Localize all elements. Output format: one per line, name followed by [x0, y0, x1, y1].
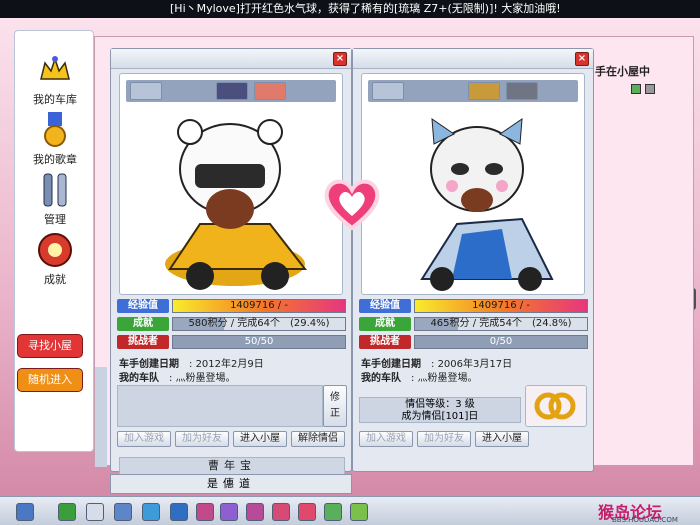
chat-icon[interactable]	[324, 503, 342, 521]
challenger-row: 挑战者 50/50	[117, 335, 346, 349]
house-badge-icon	[254, 82, 286, 100]
book-icon[interactable]	[272, 503, 290, 521]
achievement-row: 成就 580积分 / 完成64个 (29.4%)	[117, 317, 346, 331]
exp-label: 经验值	[359, 299, 411, 313]
achievement-label: 成就	[117, 317, 169, 331]
medal-slot-icon	[130, 82, 162, 100]
random-enter-button[interactable]: 随机进入	[17, 368, 83, 392]
tools-icon	[35, 171, 75, 209]
home-icon[interactable]	[114, 503, 132, 521]
mask-badge-icon	[216, 82, 248, 100]
challenger-label: 挑战者	[359, 335, 411, 349]
edit-button[interactable]: 修 正	[323, 385, 347, 427]
exp-value: 1409716 / -	[172, 299, 346, 313]
sidebar-item-medals[interactable]: 我的歌章	[15, 111, 95, 167]
add-friend-button[interactable]: 加为好友	[417, 431, 471, 447]
exp-row: 经验值 1409716 / -	[117, 299, 346, 313]
achievement-bar: 465积分 / 完成54个 (24.8%)	[414, 317, 588, 331]
challenger-value: 50/50	[172, 335, 346, 349]
team-row: 我的车队 : 灬粉墨登場。	[119, 373, 236, 384]
back-icon[interactable]	[58, 503, 76, 521]
flag-icon[interactable]	[246, 503, 264, 521]
achievement-value: 465积分 / 完成54个 (24.8%)	[430, 318, 572, 329]
exp-row: 经验值 1409716 / -	[359, 299, 588, 313]
challenger-value: 0/50	[414, 335, 588, 349]
player-name: 曹年宝	[119, 457, 345, 475]
couple-info-box: 情侣等级：3 级 成为情侣[101]日	[359, 397, 521, 423]
room-status-text: 手在小屋中	[595, 65, 650, 78]
created-date-row: 车手创建日期 : 2012年2月9日	[119, 359, 264, 370]
player-portrait	[361, 73, 585, 295]
challenger-label: 挑战者	[117, 335, 169, 349]
achievement-label: 成就	[359, 317, 411, 331]
exp-label: 经验值	[117, 299, 169, 313]
created-date-row: 车手创建日期 : 2006年3月17日	[361, 359, 513, 370]
left-profile-card: × 经验值 1409716 / - 成就 580积分 / 完成64个 (29.4…	[110, 48, 352, 475]
stars-icon[interactable]	[298, 503, 316, 521]
enter-room-button[interactable]: 进入小屋	[233, 431, 287, 447]
sidebar-item-manage[interactable]: 管理	[15, 171, 95, 227]
break-couple-button[interactable]: 解除情侣	[291, 431, 345, 447]
sidebar-item-achievement[interactable]: 成就	[15, 231, 95, 287]
avatar-racer-image	[420, 117, 554, 291]
mail-icon[interactable]	[170, 503, 188, 521]
taskbar: 猴岛论坛 BBS.HOUDAO.COM	[0, 496, 700, 525]
join-game-button[interactable]: 加入游戏	[117, 431, 171, 447]
card-titlebar	[111, 49, 351, 69]
find-room-button[interactable]: 寻找小屋	[17, 334, 83, 358]
room-toggle-icon-2[interactable]	[645, 84, 655, 94]
card-titlebar	[353, 49, 593, 69]
achievement-value: 580积分 / 完成64个 (29.4%)	[188, 318, 330, 329]
friends-icon[interactable]	[350, 503, 368, 521]
couple-rings-icon	[525, 385, 587, 427]
avatar-racer-image	[165, 119, 308, 290]
second-name-bar: 是僡道	[110, 474, 352, 494]
sidebar-item-label: 我的车库	[33, 93, 77, 106]
badge-bar	[368, 80, 578, 102]
medal-icon	[35, 111, 75, 149]
challenger-row: 挑战者 0/50	[359, 335, 588, 349]
start-icon[interactable]	[16, 503, 34, 521]
achievement-bar: 580积分 / 完成64个 (29.4%)	[172, 317, 346, 331]
crown-icon	[35, 51, 75, 89]
team-row: 我的车队 : 灬粉墨登場。	[361, 373, 478, 384]
exp-value: 1409716 / -	[414, 299, 588, 313]
shop-icon[interactable]	[86, 503, 104, 521]
player-portrait	[119, 73, 343, 295]
room-toggle-icon[interactable]	[631, 84, 641, 94]
tool-icon[interactable]	[142, 503, 160, 521]
close-icon[interactable]: ×	[575, 52, 589, 66]
sidebar-item-label: 管理	[44, 213, 66, 226]
shield-badge-icon	[506, 82, 538, 100]
bank-icon[interactable]	[196, 503, 214, 521]
note-box	[117, 385, 323, 427]
system-ticker: [Hi丶Mylove]打开红色水气球，获得了稀有的[琉璃 Z7+(无限制)]! …	[0, 0, 700, 18]
add-friend-button[interactable]: 加为好友	[175, 431, 229, 447]
sidebar-item-garage[interactable]: 我的车库	[15, 51, 95, 107]
behind-edge	[95, 367, 107, 467]
achievement-icon	[35, 231, 75, 269]
sidebar-item-label: 我的歌章	[33, 153, 77, 166]
achievement-row: 成就 465积分 / 完成54个 (24.8%)	[359, 317, 588, 331]
couple-level: 情侣等级：3 级	[405, 399, 475, 410]
gold-badge-icon	[468, 82, 500, 100]
heart-icon	[324, 179, 380, 231]
badge-bar	[126, 80, 336, 102]
join-game-button[interactable]: 加入游戏	[359, 431, 413, 447]
watermark-url: BBS.HOUDAO.COM	[612, 516, 678, 524]
group-icon[interactable]	[220, 503, 238, 521]
right-profile-card: × 经验值 1409716 / - 成就 465积分 / 完成54个 (24.8…	[352, 48, 594, 472]
couple-days: 成为情侣[101]日	[401, 411, 479, 422]
medal-slot-icon	[372, 82, 404, 100]
enter-room-button[interactable]: 进入小屋	[475, 431, 529, 447]
close-icon[interactable]: ×	[333, 52, 347, 66]
sidebar-item-label: 成就	[44, 273, 66, 286]
